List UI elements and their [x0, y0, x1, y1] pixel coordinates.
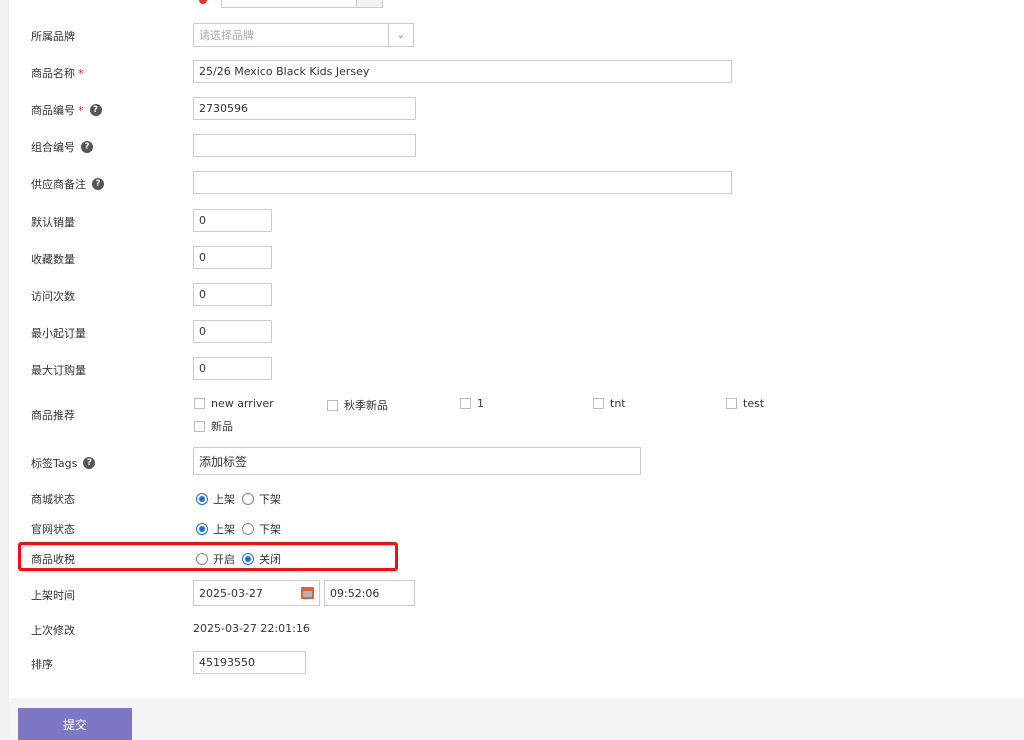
sort-label: 排序	[31, 658, 53, 671]
help-icon[interactable]: ?	[83, 457, 96, 469]
recommend-checkbox-1[interactable]: 1	[460, 397, 484, 410]
supplier-note-input[interactable]	[193, 171, 732, 194]
combo-code-input[interactable]	[193, 134, 416, 157]
listing-time-input[interactable]: 09:52:06	[324, 580, 415, 606]
max-order-label: 最大订购量	[31, 364, 86, 377]
help-icon[interactable]: ?	[89, 104, 102, 116]
submit-button[interactable]: 提交	[18, 708, 132, 740]
mall-status-label: 商城状态	[31, 493, 75, 506]
listing-date-input[interactable]: 2025-03-27	[193, 580, 320, 606]
recommend-checkbox-test[interactable]: test	[726, 397, 764, 410]
checkbox-box[interactable]	[460, 398, 471, 409]
chevron-down-icon[interactable]: ⌄	[388, 24, 413, 46]
checkbox-box[interactable]	[194, 420, 205, 432]
checkbox-box[interactable]	[593, 398, 604, 409]
checkbox-box[interactable]	[194, 398, 205, 409]
max-order-input[interactable]: 0	[193, 357, 272, 380]
recommend-checkbox-tnt[interactable]: tnt	[593, 397, 626, 410]
favorites-label: 收藏数量	[31, 253, 75, 266]
brand-select[interactable]: 请选择品牌 ⌄	[193, 23, 414, 47]
visits-input[interactable]: 0	[193, 283, 272, 306]
site-status-label: 官网状态	[31, 523, 75, 536]
mall-status-off-radio[interactable]: 下架	[242, 491, 281, 507]
recommend-checkbox-new-arriver[interactable]: new arriver	[194, 397, 274, 410]
default-sales-label: 默认销量	[31, 216, 75, 229]
checkbox-box[interactable]	[726, 398, 737, 409]
help-icon[interactable]: ?	[81, 141, 93, 153]
default-sales-input[interactable]: 0	[193, 209, 272, 232]
combo-code-label: 组合编号?	[31, 139, 93, 155]
checkbox-box[interactable]	[327, 399, 338, 411]
min-order-label: 最小起订量	[31, 327, 86, 340]
name-input[interactable]: 25/26 Mexico Black Kids Jersey	[193, 60, 732, 83]
mall-status-radio-group: 上架 下架	[196, 491, 288, 507]
code-label: 商品编号 *?	[31, 102, 102, 118]
code-input[interactable]: 2730596	[193, 97, 416, 120]
tags-input[interactable]: 添加标签	[193, 447, 641, 475]
site-status-radio-group: 上架 下架	[196, 521, 288, 537]
last-modified-value: 2025-03-27 22:01:16	[193, 622, 310, 635]
site-status-on-radio[interactable]: 上架	[196, 521, 235, 537]
last-modified-label: 上次修改	[31, 624, 75, 637]
favorites-input[interactable]: 0	[193, 246, 272, 269]
visits-label: 访问次数	[31, 290, 75, 303]
partial-top-button[interactable]	[356, 0, 383, 8]
tax-on-radio[interactable]: 开启	[196, 551, 235, 567]
page-gutter	[0, 0, 9, 737]
recommend-label: 商品推荐	[31, 409, 75, 422]
listing-time-label: 上架时间	[31, 589, 75, 602]
brand-label: 所属品牌	[31, 30, 75, 43]
mall-status-on-radio[interactable]: 上架	[196, 491, 235, 507]
help-icon[interactable]: ?	[92, 178, 104, 190]
recommend-checkbox-new[interactable]: 新品	[194, 418, 233, 434]
tags-label: 标签Tags?	[31, 455, 96, 471]
name-label: 商品名称 *	[31, 66, 84, 81]
form-panel	[9, 0, 1024, 698]
tax-off-radio[interactable]: 关闭	[242, 551, 281, 567]
calendar-icon[interactable]	[301, 587, 314, 599]
tax-radio-group: 开启 关闭	[196, 551, 288, 567]
tax-label: 商品收税	[31, 553, 75, 566]
supplier-note-label: 供应商备注?	[31, 176, 104, 192]
min-order-input[interactable]: 0	[193, 320, 272, 343]
brand-select-placeholder: 请选择品牌	[199, 29, 254, 42]
site-status-off-radio[interactable]: 下架	[242, 521, 281, 537]
sort-input[interactable]: 45193550	[193, 651, 306, 674]
recommend-checkbox-autumn[interactable]: 秋季新品	[327, 397, 388, 413]
